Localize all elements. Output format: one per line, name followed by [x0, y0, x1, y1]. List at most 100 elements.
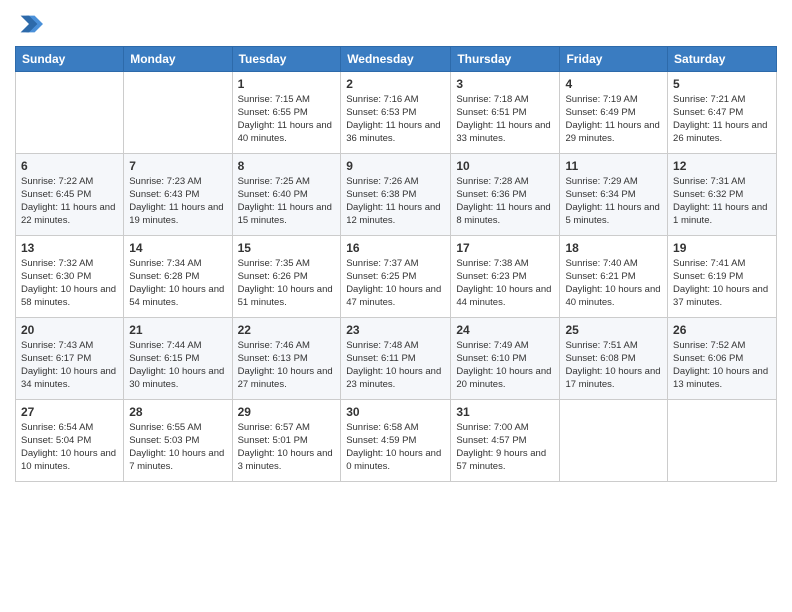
sunset-text: Sunset: 6:15 PM — [129, 353, 199, 364]
col-header-sunday: Sunday — [16, 47, 124, 72]
logo-icon — [15, 10, 43, 38]
sunrise-text: Sunrise: 7:44 AM — [129, 340, 201, 351]
sunset-text: Sunset: 6:13 PM — [238, 353, 308, 364]
sunrise-text: Sunrise: 7:31 AM — [673, 176, 745, 187]
daylight-text: Daylight: 10 hours and 3 minutes. — [238, 448, 333, 472]
sunrise-text: Sunrise: 7:32 AM — [21, 258, 93, 269]
day-number: 28 — [129, 404, 226, 420]
calendar-cell: 20Sunrise: 7:43 AMSunset: 6:17 PMDayligh… — [16, 318, 124, 400]
day-number: 30 — [346, 404, 445, 420]
calendar-cell: 10Sunrise: 7:28 AMSunset: 6:36 PMDayligh… — [451, 154, 560, 236]
day-number: 18 — [565, 240, 662, 256]
calendar-cell — [560, 400, 668, 482]
sunrise-text: Sunrise: 7:48 AM — [346, 340, 418, 351]
day-number: 3 — [456, 76, 554, 92]
daylight-text: Daylight: 9 hours and 57 minutes. — [456, 448, 546, 472]
day-number: 13 — [21, 240, 118, 256]
calendar-cell: 27Sunrise: 6:54 AMSunset: 5:04 PMDayligh… — [16, 400, 124, 482]
daylight-text: Daylight: 10 hours and 20 minutes. — [456, 366, 551, 390]
calendar-cell: 4Sunrise: 7:19 AMSunset: 6:49 PMDaylight… — [560, 72, 668, 154]
sunrise-text: Sunrise: 7:37 AM — [346, 258, 418, 269]
calendar-cell: 7Sunrise: 7:23 AMSunset: 6:43 PMDaylight… — [124, 154, 232, 236]
sunset-text: Sunset: 5:03 PM — [129, 435, 199, 446]
daylight-text: Daylight: 11 hours and 22 minutes. — [21, 202, 115, 226]
daylight-text: Daylight: 10 hours and 23 minutes. — [346, 366, 441, 390]
day-number: 20 — [21, 322, 118, 338]
day-number: 11 — [565, 158, 662, 174]
sunrise-text: Sunrise: 7:25 AM — [238, 176, 310, 187]
daylight-text: Daylight: 11 hours and 15 minutes. — [238, 202, 332, 226]
daylight-text: Daylight: 10 hours and 54 minutes. — [129, 284, 224, 308]
sunrise-text: Sunrise: 7:18 AM — [456, 94, 528, 105]
day-number: 31 — [456, 404, 554, 420]
sunset-text: Sunset: 6:25 PM — [346, 271, 416, 282]
day-number: 26 — [673, 322, 771, 338]
daylight-text: Daylight: 11 hours and 26 minutes. — [673, 120, 767, 144]
sunrise-text: Sunrise: 7:15 AM — [238, 94, 310, 105]
day-number: 1 — [238, 76, 336, 92]
sunrise-text: Sunrise: 6:54 AM — [21, 422, 93, 433]
sunrise-text: Sunrise: 7:49 AM — [456, 340, 528, 351]
sunset-text: Sunset: 6:36 PM — [456, 189, 526, 200]
sunset-text: Sunset: 6:19 PM — [673, 271, 743, 282]
calendar-week-3: 13 Sunrise: 7:32 AM Sunset: 6:30 PM Dayligh… — [16, 236, 777, 318]
day-number: 21 — [129, 322, 226, 338]
day-number: 14 — [129, 240, 226, 256]
sunset-text: Sunset: 4:57 PM — [456, 435, 526, 446]
calendar-cell: 14 Sunrise: 7:34 AM Sunset: 6:28 PM Dayligh… — [124, 236, 232, 318]
sunset-text: Sunset: 6:38 PM — [346, 189, 416, 200]
sunset-text: Sunset: 6:30 PM — [21, 271, 91, 282]
day-number: 10 — [456, 158, 554, 174]
day-number: 25 — [565, 322, 662, 338]
day-number: 15 — [238, 240, 336, 256]
day-number: 5 — [673, 76, 771, 92]
sunrise-text: Sunrise: 7:41 AM — [673, 258, 745, 269]
calendar-cell: 19Sunrise: 7:41 AMSunset: 6:19 PMDayligh… — [668, 236, 777, 318]
daylight-text: Daylight: 10 hours and 51 minutes. — [238, 284, 333, 308]
daylight-text: Daylight: 10 hours and 58 minutes. — [21, 284, 116, 308]
daylight-text: Daylight: 10 hours and 40 minutes. — [565, 284, 660, 308]
calendar-cell: 9Sunrise: 7:26 AMSunset: 6:38 PMDaylight… — [341, 154, 451, 236]
daylight-text: Daylight: 10 hours and 17 minutes. — [565, 366, 660, 390]
sunset-text: Sunset: 6:43 PM — [129, 189, 199, 200]
sunset-text: Sunset: 6:40 PM — [238, 189, 308, 200]
sunset-text: Sunset: 6:21 PM — [565, 271, 635, 282]
sunrise-text: Sunrise: 7:52 AM — [673, 340, 745, 351]
sunset-text: Sunset: 5:01 PM — [238, 435, 308, 446]
calendar-week-4: 20Sunrise: 7:43 AMSunset: 6:17 PMDayligh… — [16, 318, 777, 400]
daylight-text: Daylight: 10 hours and 44 minutes. — [456, 284, 551, 308]
day-number: 4 — [565, 76, 662, 92]
calendar-cell: 11Sunrise: 7:29 AMSunset: 6:34 PMDayligh… — [560, 154, 668, 236]
page: SundayMondayTuesdayWednesdayThursdayFrid… — [0, 0, 792, 612]
col-header-tuesday: Tuesday — [232, 47, 341, 72]
calendar-cell: 1Sunrise: 7:15 AMSunset: 6:55 PMDaylight… — [232, 72, 341, 154]
calendar-cell: 2Sunrise: 7:16 AMSunset: 6:53 PMDaylight… — [341, 72, 451, 154]
calendar-cell: 6Sunrise: 7:22 AMSunset: 6:45 PMDaylight… — [16, 154, 124, 236]
sunset-text: Sunset: 6:49 PM — [565, 107, 635, 118]
sunset-text: Sunset: 6:11 PM — [346, 353, 416, 364]
daylight-text: Daylight: 11 hours and 40 minutes. — [238, 120, 332, 144]
daylight-text: Daylight: 10 hours and 7 minutes. — [129, 448, 224, 472]
daylight-text: Daylight: 10 hours and 34 minutes. — [21, 366, 116, 390]
calendar-cell: 5Sunrise: 7:21 AMSunset: 6:47 PMDaylight… — [668, 72, 777, 154]
calendar-cell: 17Sunrise: 7:38 AMSunset: 6:23 PMDayligh… — [451, 236, 560, 318]
calendar-cell: 15Sunrise: 7:35 AMSunset: 6:26 PMDayligh… — [232, 236, 341, 318]
sunrise-text: Sunrise: 7:34 AM — [129, 258, 201, 269]
sunset-text: Sunset: 6:28 PM — [129, 271, 199, 282]
calendar-cell: 23Sunrise: 7:48 AMSunset: 6:11 PMDayligh… — [341, 318, 451, 400]
calendar-cell: 26Sunrise: 7:52 AMSunset: 6:06 PMDayligh… — [668, 318, 777, 400]
calendar-week-2: 6Sunrise: 7:22 AMSunset: 6:45 PMDaylight… — [16, 154, 777, 236]
calendar-header-row: SundayMondayTuesdayWednesdayThursdayFrid… — [16, 47, 777, 72]
calendar-cell: 12Sunrise: 7:31 AMSunset: 6:32 PMDayligh… — [668, 154, 777, 236]
calendar-cell: 28Sunrise: 6:55 AMSunset: 5:03 PMDayligh… — [124, 400, 232, 482]
sunset-text: Sunset: 6:34 PM — [565, 189, 635, 200]
day-number: 22 — [238, 322, 336, 338]
calendar-week-1: 1Sunrise: 7:15 AMSunset: 6:55 PMDaylight… — [16, 72, 777, 154]
calendar-cell: 22Sunrise: 7:46 AMSunset: 6:13 PMDayligh… — [232, 318, 341, 400]
calendar-cell: 25Sunrise: 7:51 AMSunset: 6:08 PMDayligh… — [560, 318, 668, 400]
calendar-cell: 24Sunrise: 7:49 AMSunset: 6:10 PMDayligh… — [451, 318, 560, 400]
calendar-cell: 21Sunrise: 7:44 AMSunset: 6:15 PMDayligh… — [124, 318, 232, 400]
sunrise-text: Sunrise: 7:51 AM — [565, 340, 637, 351]
day-number: 19 — [673, 240, 771, 256]
day-number: 7 — [129, 158, 226, 174]
